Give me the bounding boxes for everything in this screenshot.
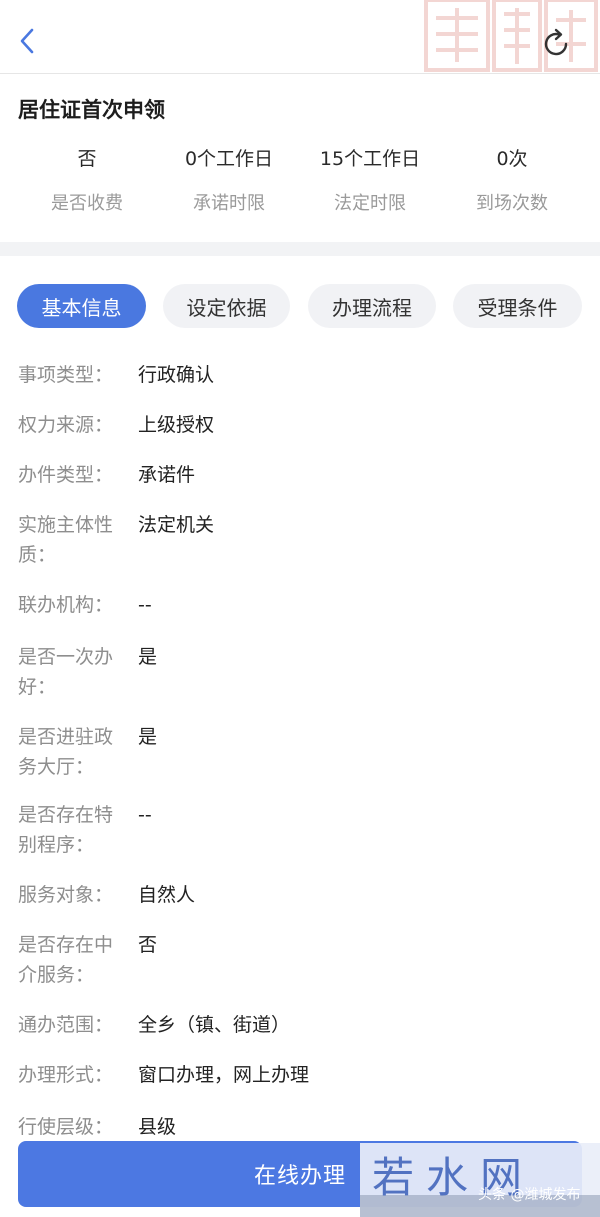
info-value: 上级授权	[138, 414, 215, 436]
info-value: 自然人	[138, 884, 196, 906]
stat-label: 是否收费	[51, 193, 123, 214]
top-bar	[0, 0, 600, 74]
info-value: 承诺件	[138, 464, 196, 486]
back-button[interactable]	[10, 22, 44, 60]
tab-basic-info[interactable]: 基本信息	[17, 284, 146, 328]
info-key: 办理形式：	[18, 1064, 114, 1086]
stat-label: 法定时限	[334, 193, 406, 214]
watermark-source: 头条 @潍城发布	[478, 1187, 581, 1203]
tab-legal-basis[interactable]: 设定依据	[163, 284, 290, 328]
info-value: 全乡（镇、街道）	[138, 1014, 291, 1036]
info-key: 是否存在中介服务：	[18, 934, 114, 986]
info-key: 通办范围：	[18, 1014, 114, 1036]
chevron-left-icon	[20, 28, 34, 54]
stat-label: 到场次数	[476, 193, 548, 214]
tab-process[interactable]: 办理流程	[308, 284, 436, 328]
info-value: 县级	[138, 1116, 177, 1138]
info-value: 法定机关	[138, 514, 215, 536]
stat-value: 0个工作日	[184, 148, 274, 170]
info-value: --	[138, 594, 152, 616]
info-key: 是否存在特别程序：	[18, 804, 114, 856]
page-title: 居住证首次申领	[18, 98, 165, 122]
summary-panel: 居住证首次申领 否 是否收费 0个工作日 承诺时限 15个工作日 法定时限 0次…	[0, 74, 600, 242]
tab-conditions[interactable]: 受理条件	[453, 284, 582, 328]
stat-value: 0次	[496, 148, 528, 170]
tab-bar: 基本信息 设定依据 办理流程 受理条件	[0, 284, 600, 330]
stat-fee: 否 是否收费	[12, 146, 162, 216]
apply-online-label: 在线办理	[253, 1164, 346, 1189]
info-key: 实施主体性质：	[18, 514, 114, 566]
info-key: 事项类型：	[18, 364, 114, 386]
info-value: 是	[138, 646, 158, 668]
info-key: 办件类型：	[18, 464, 114, 486]
stat-label: 承诺时限	[193, 193, 265, 214]
refresh-button[interactable]	[536, 24, 576, 64]
stat-value: 15个工作日	[319, 148, 421, 170]
info-value: 是	[138, 726, 158, 748]
stat-visits: 0次 到场次数	[437, 146, 587, 216]
info-value: 否	[138, 934, 158, 956]
info-key: 是否一次办好：	[18, 646, 114, 698]
info-key: 是否进驻政务大厅：	[18, 726, 114, 778]
section-divider	[0, 242, 600, 256]
stat-value: 否	[77, 148, 97, 170]
info-value: 窗口办理，网上办理	[138, 1064, 310, 1086]
refresh-icon	[544, 28, 568, 56]
stat-promised-time: 0个工作日 承诺时限	[154, 146, 304, 216]
info-value: --	[138, 804, 152, 826]
stat-legal-time: 15个工作日 法定时限	[295, 146, 445, 216]
info-key: 服务对象：	[18, 884, 114, 906]
info-key: 联办机构：	[18, 594, 114, 616]
info-key: 权力来源：	[18, 414, 114, 436]
info-value: 行政确认	[138, 364, 215, 386]
info-key: 行使层级：	[18, 1116, 114, 1138]
